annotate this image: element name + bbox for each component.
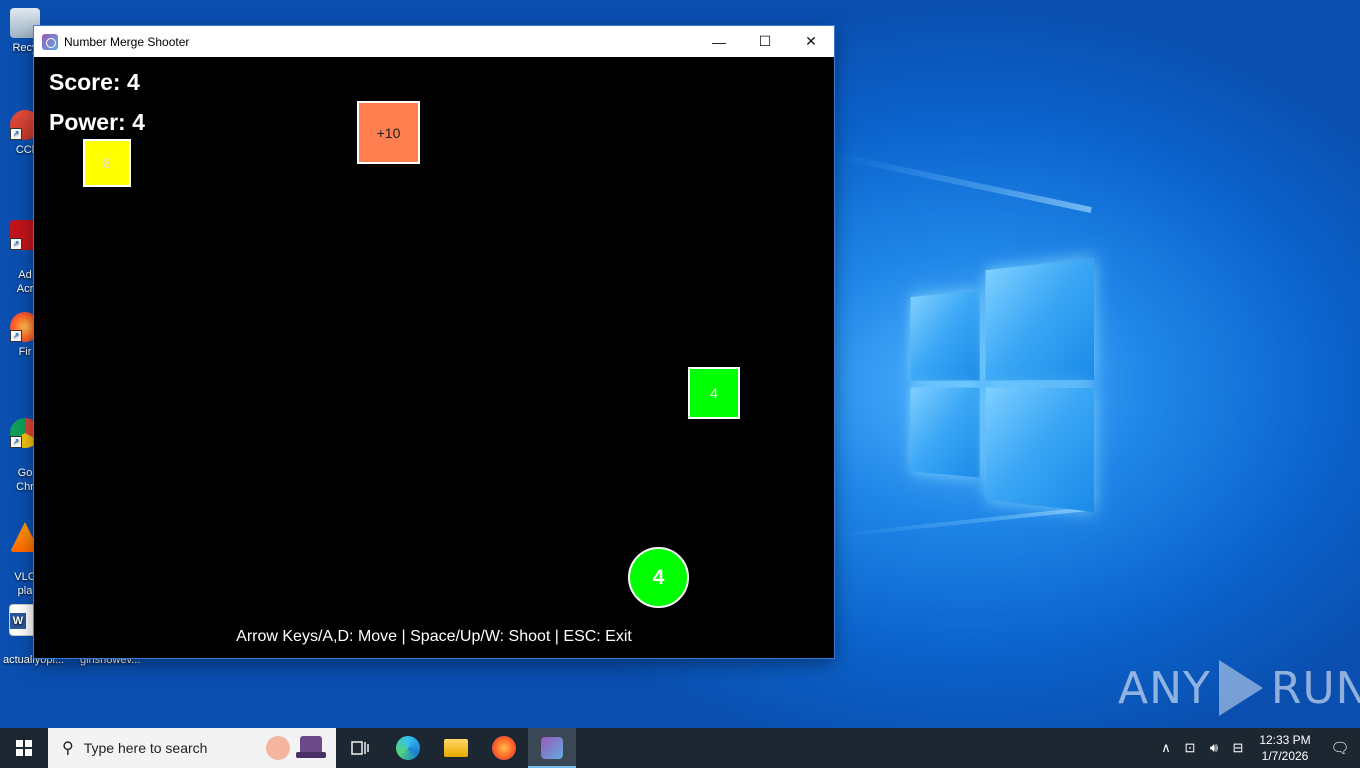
close-icon: ✕ — [805, 33, 817, 49]
clock[interactable]: 12:33 PM 1/7/2026 — [1250, 732, 1320, 764]
maximize-icon: ☐ — [758, 33, 772, 49]
play-icon — [1218, 660, 1263, 716]
watermark-right-text: RUN — [1270, 662, 1360, 714]
light-beam — [836, 153, 1092, 213]
notification-center-icon[interactable]: 🗨︎ — [1320, 739, 1360, 757]
game-canvas[interactable]: Score: 4 Power: 4 8 +10 4 4 Arrow Keys/A… — [34, 57, 834, 658]
player-shooter: 4 — [628, 547, 689, 608]
volume-icon[interactable]: 🔊︎ — [1202, 740, 1226, 756]
search-icon: ⚲ — [62, 740, 74, 757]
app-icon — [42, 33, 58, 50]
number-block: 8 — [83, 139, 131, 187]
clock-date: 1/7/2026 — [1261, 749, 1309, 763]
network-icon[interactable]: ⊟ — [1226, 740, 1250, 756]
close-button[interactable]: ✕ — [788, 26, 834, 57]
desktop-icon-label: VLC pla — [14, 571, 36, 597]
game-app-icon — [541, 737, 563, 759]
window-title: Number Merge Shooter — [64, 34, 190, 49]
start-button[interactable] — [0, 728, 48, 768]
taskbar-firefox[interactable] — [480, 728, 528, 768]
search-placeholder: Type here to search — [83, 740, 208, 756]
number-block: 4 — [688, 367, 740, 419]
taskbar-edge[interactable] — [384, 728, 432, 768]
minimize-button[interactable]: — — [696, 26, 742, 57]
maximize-button[interactable]: ☐ — [742, 26, 788, 57]
power-display: Power: 4 — [49, 109, 145, 135]
player-label: 4 — [652, 565, 665, 589]
taskbar-file-explorer[interactable] — [432, 728, 480, 768]
block-label: 8 — [103, 155, 111, 171]
taskbar-task-view[interactable] — [336, 728, 384, 768]
chevron-up-icon[interactable]: ∧ — [1154, 740, 1178, 756]
controls-instructions: Arrow Keys/A,D: Move | Space/Up/W: Shoot… — [236, 628, 632, 645]
app-window: Number Merge Shooter — ☐ ✕ Score: 4 Powe… — [34, 26, 834, 658]
edge-icon — [396, 736, 420, 760]
search-box[interactable]: ⚲ Type here to search — [48, 728, 336, 768]
desktop-icon-label: Fir — [18, 346, 32, 358]
firefox-icon — [492, 736, 516, 760]
windows-start-icon — [16, 740, 32, 756]
desktop-icon-label: Go Chr — [16, 467, 34, 493]
title-bar[interactable]: Number Merge Shooter — ☐ ✕ — [34, 26, 834, 57]
folder-icon — [444, 739, 468, 757]
system-tray: ∧ ⊡ 🔊︎ ⊟ 12:33 PM 1/7/2026 🗨︎ — [1154, 728, 1360, 768]
clock-time: 12:33 PM — [1259, 733, 1311, 747]
light-beam — [834, 506, 1094, 538]
block-label: 4 — [710, 385, 718, 401]
score-display: Score: 4 — [49, 69, 140, 95]
meet-now-icon[interactable]: ⊡ — [1178, 740, 1202, 756]
desktop-icon-label: CCl — [15, 144, 35, 156]
desktop-icon-label: Ad Acr — [16, 269, 34, 295]
bonus-block: +10 — [357, 101, 420, 164]
minimize-icon: — — [712, 33, 726, 50]
anyrun-watermark: ANY RUN — [1118, 660, 1360, 716]
taskbar: ⚲ Type here to search ∧ ⊡ 🔊︎ ⊟ 12:33 PM … — [0, 728, 1360, 768]
watermark-left-text: ANY — [1118, 662, 1211, 714]
taskbar-number-merge-shooter[interactable] — [528, 728, 576, 768]
search-highlight-illustration-icon — [266, 736, 326, 760]
windows-logo-wallpaper — [910, 258, 1094, 512]
block-label: +10 — [376, 124, 401, 141]
task-view-icon — [351, 741, 369, 755]
